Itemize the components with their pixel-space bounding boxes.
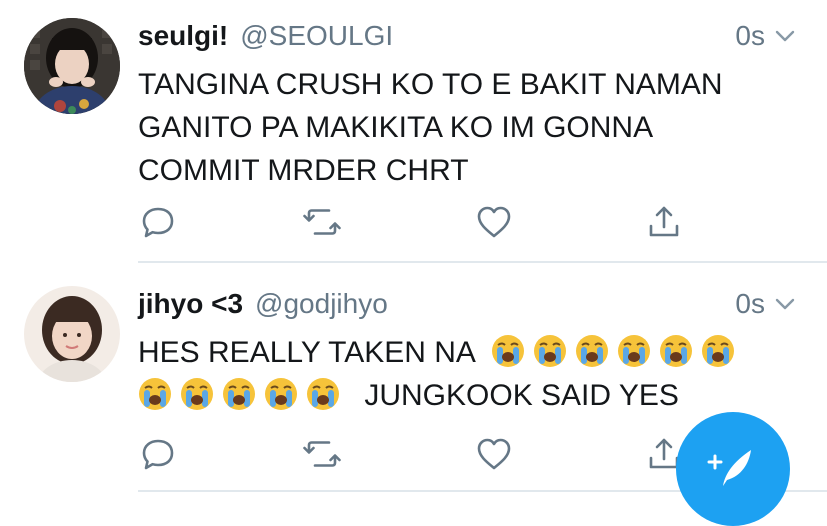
display-name[interactable]: seulgi! [138, 20, 228, 52]
tweet-text-segment: HES REALLY TAKEN NA [138, 336, 475, 369]
heart-icon [477, 438, 511, 470]
compose-tweet-icon [707, 450, 751, 486]
retweet-button[interactable] [302, 202, 342, 242]
loudly-crying-face-icon [575, 335, 608, 367]
tweet-header: jihyo <3 @godjihyo 0s [138, 284, 797, 324]
loudly-crying-face-icon [701, 335, 734, 367]
display-name[interactable]: jihyo <3 [138, 288, 243, 320]
loudly-crying-face-icon [265, 378, 297, 410]
reply-button[interactable] [138, 202, 178, 242]
reply-icon [142, 207, 174, 238]
divider [138, 261, 827, 263]
timestamp[interactable]: 0s [735, 288, 765, 320]
tweet-text-segment: JUNGKOOK SAID YES [364, 379, 679, 412]
timestamp[interactable]: 0s [735, 20, 765, 52]
loudly-crying-face-icon [223, 378, 255, 410]
tweet-text-line: HES REALLY TAKEN NA [138, 331, 778, 374]
share-button[interactable] [644, 202, 684, 242]
reply-icon [142, 439, 174, 470]
tweet-text: HES REALLY TAKEN NA JUNGKOOK SAID YES [138, 331, 778, 417]
avatar[interactable] [24, 286, 120, 382]
avatar[interactable] [24, 18, 120, 114]
tweet[interactable]: seulgi! @SEOULGI 0s TANGINA CRUSH KO TO … [0, 0, 827, 262]
reply-button[interactable] [138, 434, 178, 474]
retweet-icon [303, 441, 341, 467]
loudly-crying-face-icon [659, 335, 692, 367]
share-icon [649, 206, 679, 237]
retweet-icon [303, 209, 341, 235]
chevron-down-icon[interactable] [773, 24, 797, 48]
retweet-button[interactable] [302, 434, 342, 474]
username[interactable]: @godjihyo [255, 288, 388, 320]
loudly-crying-face-icon [617, 335, 650, 367]
loudly-crying-face-icon [307, 378, 339, 410]
like-button[interactable] [474, 434, 514, 474]
loudly-crying-face-icon [139, 378, 171, 410]
tweet-text-line: JUNGKOOK SAID YES [138, 374, 778, 417]
emoji-group [491, 335, 743, 369]
like-button[interactable] [474, 202, 514, 242]
loudly-crying-face-icon [181, 378, 213, 410]
username[interactable]: @SEOULGI [240, 20, 393, 52]
emoji-group [138, 378, 356, 412]
loudly-crying-face-icon [533, 335, 566, 367]
heart-icon [477, 206, 511, 238]
tweet-header: seulgi! @SEOULGI 0s [138, 16, 797, 56]
compose-tweet-button[interactable] [676, 412, 790, 526]
loudly-crying-face-icon [491, 335, 524, 367]
tweet-text: TANGINA CRUSH KO TO E BAKIT NAMAN GANITO… [138, 68, 723, 187]
chevron-down-icon[interactable] [773, 292, 797, 316]
